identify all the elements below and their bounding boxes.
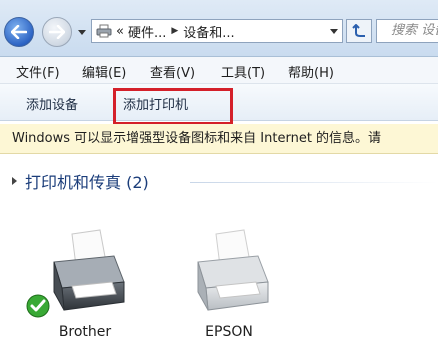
- printer-small-icon: [96, 24, 112, 38]
- address-dropdown-icon[interactable]: [330, 28, 338, 34]
- menu-view[interactable]: 查看(V): [150, 62, 195, 81]
- recent-pages-dropdown-icon[interactable]: [78, 30, 86, 35]
- refresh-icon: [352, 24, 365, 37]
- default-printer-check-icon: [26, 294, 50, 318]
- menu-edit[interactable]: 编辑(E): [82, 62, 126, 81]
- menu-help[interactable]: 帮助(H): [288, 62, 334, 81]
- breadcrumb-devices[interactable]: 设备和...: [183, 22, 234, 41]
- back-button[interactable]: [4, 17, 34, 47]
- group-title: 打印机和传真 (2): [25, 173, 149, 192]
- menu-tools[interactable]: 工具(T): [221, 62, 265, 81]
- device-label-epson: EPSON: [205, 324, 253, 340]
- address-field[interactable]: « 硬件... ▶ 设备和...: [91, 19, 343, 43]
- menu-bar: 文件(F) 编辑(E) 查看(V) 工具(T) 帮助(H): [0, 57, 438, 84]
- printer-icon: [53, 229, 125, 311]
- device-brother[interactable]: Brother: [26, 222, 140, 348]
- search-input[interactable]: 搜索 设备: [376, 19, 438, 43]
- breadcrumb-hardware[interactable]: 硬件...: [128, 22, 166, 41]
- printers-faxes-group-header[interactable]: 打印机和传真 (2): [12, 170, 149, 192]
- breadcrumb-overflow[interactable]: «: [116, 24, 124, 39]
- device-label-brother: Brother: [58, 324, 112, 340]
- info-bar[interactable]: Windows 可以显示增强型设备图标和来自 Internet 的信息。请: [0, 124, 438, 154]
- printer-icon: [197, 229, 269, 311]
- menu-file[interactable]: 文件(F): [16, 62, 60, 81]
- group-divider: [190, 182, 438, 183]
- refresh-button[interactable]: [346, 19, 372, 43]
- forward-arrow-icon: [49, 25, 65, 39]
- back-arrow-icon: [11, 25, 27, 39]
- expand-triangle-icon[interactable]: [12, 177, 17, 185]
- device-epson[interactable]: EPSON: [174, 222, 284, 348]
- forward-button[interactable]: [42, 17, 72, 47]
- add-device-button[interactable]: 添加设备: [26, 94, 78, 113]
- navigation-bar: « 硬件... ▶ 设备和... 搜索 设备: [0, 0, 438, 57]
- add-printer-highlight: [113, 88, 233, 125]
- breadcrumb-separator-icon[interactable]: ▶: [171, 26, 178, 36]
